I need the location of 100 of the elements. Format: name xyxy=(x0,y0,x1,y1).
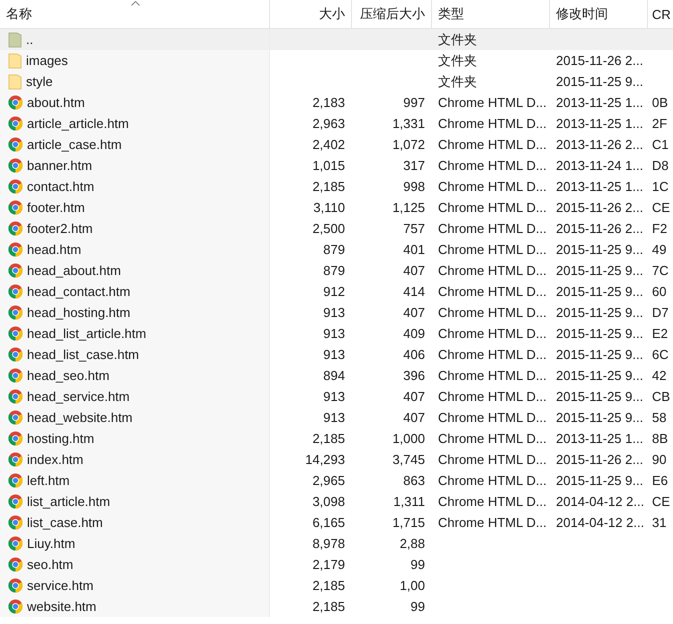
table-cell: 913 xyxy=(323,410,345,425)
table-cell: Chrome HTML D... xyxy=(438,494,547,509)
file-name[interactable]: index.htm xyxy=(27,452,84,467)
table-cell: 1,125 xyxy=(392,200,425,215)
chrome-icon xyxy=(8,557,23,572)
folder-icon xyxy=(8,32,22,48)
table-cell: 2,500 xyxy=(312,221,345,236)
chrome-icon xyxy=(8,599,23,614)
table-cell: 文件夹 xyxy=(438,72,477,90)
table-cell: 997 xyxy=(403,95,425,110)
table-cell: 2014-04-12 2... xyxy=(556,515,644,530)
table-cell: 396 xyxy=(403,368,425,383)
table-cell: 3,110 xyxy=(313,200,345,215)
table-cell: Chrome HTML D... xyxy=(438,473,547,488)
table-cell: 913 xyxy=(323,389,345,404)
file-name[interactable]: style xyxy=(26,74,53,89)
file-name[interactable]: head.htm xyxy=(27,242,82,257)
table-cell: 2013-11-26 2... xyxy=(556,137,644,152)
table-cell: 2015-11-26 2... xyxy=(556,221,644,236)
table-cell: 863 xyxy=(403,473,425,488)
table-cell: F2 xyxy=(652,221,668,236)
chrome-icon xyxy=(8,431,23,446)
table-cell: 6C xyxy=(652,347,669,362)
table-cell: 1,00 xyxy=(400,578,425,593)
chrome-icon xyxy=(8,95,23,110)
table-cell: 2F xyxy=(652,116,668,131)
file-name[interactable]: left.htm xyxy=(27,473,70,488)
table-cell: 2013-11-25 1... xyxy=(556,116,644,131)
folder-icon xyxy=(8,52,22,68)
table-cell: Chrome HTML D... xyxy=(438,347,547,362)
chrome-icon xyxy=(8,263,23,278)
file-name[interactable]: footer2.htm xyxy=(27,221,93,236)
table-cell: 文件夹 xyxy=(438,52,477,70)
table-cell: 文件夹 xyxy=(438,30,477,48)
table-cell: 3,745 xyxy=(392,452,425,467)
table-cell: Chrome HTML D... xyxy=(438,389,547,404)
table-cell: 2,185 xyxy=(312,578,345,593)
table-cell: 2,963 xyxy=(312,116,345,131)
column-header[interactable]: 压缩后大小 xyxy=(352,0,432,28)
folder-icon xyxy=(8,74,22,90)
chrome-icon xyxy=(8,389,23,404)
table-cell: Chrome HTML D... xyxy=(438,158,547,173)
chrome-icon xyxy=(8,347,23,362)
table-cell: 2015-11-26 2... xyxy=(556,200,644,215)
column-header[interactable]: 类型 xyxy=(432,0,550,28)
column-header[interactable]: CR xyxy=(648,0,673,28)
table-cell: 2015-11-25 9... xyxy=(556,284,644,299)
chrome-icon xyxy=(8,536,23,551)
table-cell: Chrome HTML D... xyxy=(438,452,547,467)
table-cell: 406 xyxy=(403,347,425,362)
table-cell: 912 xyxy=(323,284,345,299)
chrome-icon xyxy=(8,473,23,488)
table-cell: 8,978 xyxy=(312,536,345,551)
file-name[interactable]: images xyxy=(26,53,68,68)
row-highlight[interactable]: .. 文件夹 xyxy=(0,29,673,50)
table-cell: CE xyxy=(652,494,670,509)
table-cell: 2015-11-25 9... xyxy=(556,326,644,341)
table-cell: 2015-11-25 9... xyxy=(556,368,644,383)
column-header[interactable]: 修改时间 xyxy=(550,0,648,28)
chrome-icon xyxy=(8,305,23,320)
table-cell: 60 xyxy=(652,284,666,299)
table-cell: 2015-11-25 9... xyxy=(556,347,644,362)
file-name[interactable]: footer.htm xyxy=(27,200,85,215)
table-cell: Chrome HTML D... xyxy=(438,263,547,278)
file-name[interactable]: hosting.htm xyxy=(27,431,94,446)
table-cell: 2015-11-25 9... xyxy=(556,389,644,404)
file-name[interactable]: about.htm xyxy=(27,95,85,110)
file-name[interactable]: banner.htm xyxy=(27,158,92,173)
table-cell: Chrome HTML D... xyxy=(438,137,547,152)
table-cell: 2015-11-26 2... xyxy=(556,53,644,68)
table-cell: 2015-11-25 9... xyxy=(556,242,644,257)
table-cell: 414 xyxy=(403,284,425,299)
chrome-icon xyxy=(8,452,23,467)
table-cell: Chrome HTML D... xyxy=(438,95,547,110)
table-cell: 2,185 xyxy=(312,179,345,194)
file-name[interactable]: website.htm xyxy=(27,599,96,614)
column-header[interactable]: 名称 xyxy=(0,0,270,28)
table-cell: 401 xyxy=(403,242,425,257)
file-name[interactable]: service.htm xyxy=(27,578,94,593)
chrome-icon xyxy=(8,494,23,509)
table-cell: 409 xyxy=(403,326,425,341)
table-cell: 2015-11-25 9... xyxy=(556,74,644,89)
table-cell: Chrome HTML D... xyxy=(438,431,547,446)
chrome-icon xyxy=(8,200,23,215)
table-cell: 1C xyxy=(652,179,669,194)
table-cell: 2013-11-25 1... xyxy=(556,179,644,194)
table-cell: 2013-11-24 1... xyxy=(556,158,644,173)
file-name[interactable]: contact.htm xyxy=(27,179,94,194)
table-cell: 2015-11-25 9... xyxy=(556,410,644,425)
table-cell: Chrome HTML D... xyxy=(438,326,547,341)
table-cell: E2 xyxy=(652,326,668,341)
table-cell: 998 xyxy=(403,179,425,194)
table-cell: 2,185 xyxy=(312,599,345,614)
file-name[interactable]: seo.htm xyxy=(27,557,74,572)
table-cell: 2,179 xyxy=(312,557,345,572)
file-name[interactable]: .. xyxy=(26,32,34,47)
column-header[interactable]: 大小 xyxy=(270,0,352,28)
file-name[interactable]: Liuy.htm xyxy=(27,536,76,551)
chrome-icon xyxy=(8,179,23,194)
table-cell: Chrome HTML D... xyxy=(438,242,547,257)
